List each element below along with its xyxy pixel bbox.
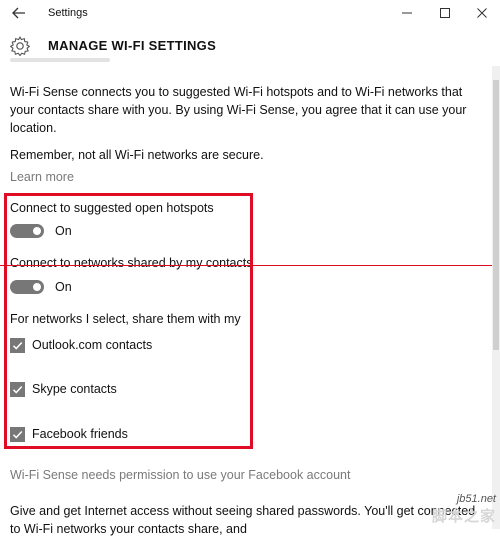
- bottom-description: Give and get Internet access without see…: [10, 504, 476, 536]
- page-title: MANAGE WI-FI SETTINGS: [48, 38, 217, 53]
- annotation-highlight-box: [4, 193, 253, 449]
- watermark-url: jb51.net: [456, 493, 496, 505]
- watermark-logo-text: 脚本之家: [431, 508, 496, 525]
- title-bar: Settings: [0, 0, 500, 26]
- minimize-button[interactable]: [390, 2, 424, 24]
- annotation-red-line: [0, 265, 500, 266]
- security-warning: Remember, not all Wi-Fi networks are sec…: [10, 148, 264, 162]
- scrollbar[interactable]: [492, 66, 500, 529]
- clipped-text-remnant: [10, 58, 110, 62]
- learn-more-link[interactable]: Learn more: [10, 168, 480, 186]
- intro-text: Wi-Fi Sense connects you to suggested Wi…: [10, 85, 467, 135]
- maximize-button[interactable]: [428, 2, 462, 24]
- scrollbar-thumb[interactable]: [493, 80, 499, 350]
- window-title: Settings: [48, 7, 88, 19]
- watermark: jb51.net 脚本之家: [432, 493, 496, 526]
- close-button[interactable]: [465, 2, 499, 24]
- back-arrow-icon[interactable]: [8, 3, 30, 23]
- facebook-permission-text: Wi-Fi Sense needs permission to use your…: [10, 468, 351, 482]
